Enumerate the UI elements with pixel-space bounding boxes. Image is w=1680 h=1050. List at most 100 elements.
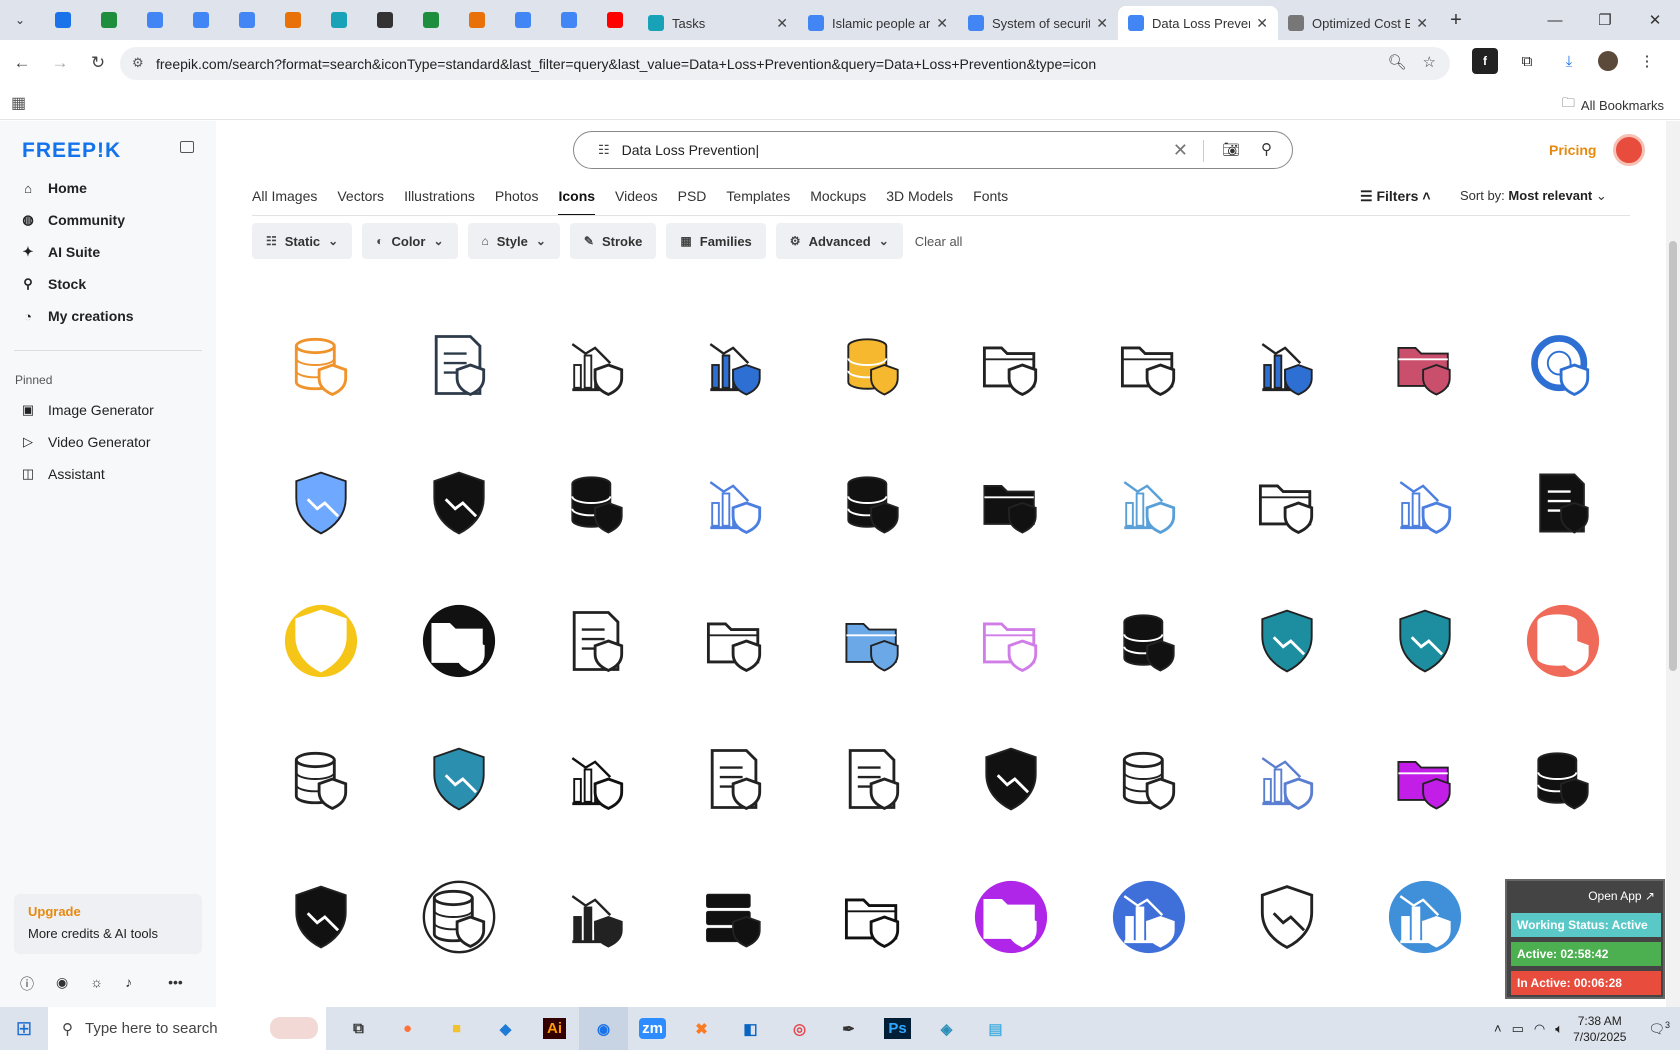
icon-result[interactable] [390, 436, 528, 574]
icon-result[interactable] [1218, 712, 1356, 850]
browser-tab[interactable]: Tasks ✕ [638, 6, 798, 40]
extensions-puzzle-icon[interactable]: ⧉ [1514, 48, 1540, 74]
close-tab-icon[interactable]: ✕ [1256, 15, 1268, 32]
sidebar-item-community[interactable]: ◍ Community [20, 212, 125, 228]
outlook-icon[interactable]: ◧ [726, 1007, 775, 1050]
sidebar-item-home[interactable]: ⌂ Home [20, 180, 87, 196]
pinned-tab[interactable] [316, 4, 362, 36]
taskbar-search[interactable]: ⚲ Type here to search [48, 1007, 326, 1050]
pinned-tab[interactable] [40, 4, 86, 36]
close-window-icon[interactable]: ✕ [1630, 0, 1680, 40]
icon-result[interactable] [1494, 574, 1632, 712]
sidebar-item-my-creations[interactable]: ◔ My creations [20, 308, 134, 324]
icon-result[interactable] [666, 298, 804, 436]
windows-start-icon[interactable]: ⊞ [0, 1007, 48, 1050]
notepad-icon[interactable]: ▤ [971, 1007, 1020, 1050]
tab-illustrations[interactable]: Illustrations [404, 188, 475, 216]
xampp-icon[interactable]: ✖ [677, 1007, 726, 1050]
browser-tab[interactable]: Data Loss Preven ✕ [1118, 6, 1278, 40]
icon-result[interactable] [804, 574, 942, 712]
browser-tab[interactable]: System of security ✕ [958, 6, 1118, 40]
filter-chip-style[interactable]: ⌂ Style ⌄ [467, 223, 560, 259]
pinned-tab[interactable] [592, 4, 638, 36]
illustrator-icon[interactable]: Ai [530, 1007, 579, 1050]
scrollbar-thumb[interactable] [1669, 241, 1677, 671]
profile-avatar-icon[interactable] [1598, 51, 1618, 71]
icon-result[interactable] [1080, 574, 1218, 712]
upgrade-card[interactable]: Upgrade More credits & AI tools [14, 894, 202, 954]
minimize-icon[interactable]: — [1530, 0, 1580, 40]
page-scrollbar[interactable] [1666, 121, 1680, 1007]
icon-result[interactable] [942, 712, 1080, 850]
sort-dropdown[interactable]: Sort by: Most relevant ⌄ [1460, 188, 1607, 204]
open-app-link[interactable]: Open App ↗ [1588, 889, 1655, 903]
pinned-tab[interactable] [500, 4, 546, 36]
icon-result[interactable] [390, 850, 528, 988]
app-icon[interactable]: ◈ [922, 1007, 971, 1050]
icon-result[interactable] [1218, 850, 1356, 988]
icon-result[interactable] [390, 298, 528, 436]
icon-result[interactable] [252, 436, 390, 574]
clear-all-button[interactable]: Clear all [913, 223, 963, 259]
icon-result[interactable] [528, 574, 666, 712]
pinned-tab[interactable] [408, 4, 454, 36]
close-tab-icon[interactable]: ✕ [1416, 15, 1428, 32]
sidebar-item-stock[interactable]: ⚲ Stock [20, 276, 86, 292]
icon-result[interactable] [1356, 298, 1494, 436]
icon-result[interactable] [666, 850, 804, 988]
collapse-sidebar-icon[interactable] [180, 141, 194, 153]
icon-result[interactable] [1356, 712, 1494, 850]
network-icon[interactable]: ▭ [1512, 1021, 1524, 1037]
icon-result[interactable] [390, 574, 528, 712]
icon-result[interactable] [252, 850, 390, 988]
pinned-tab[interactable] [178, 4, 224, 36]
discord-icon[interactable]: ◉ [56, 974, 68, 994]
tab-3d-models[interactable]: 3D Models [886, 188, 953, 216]
icon-result[interactable] [1080, 298, 1218, 436]
icon-result[interactable] [1218, 574, 1356, 712]
photoshop-icon[interactable]: Ps [873, 1007, 922, 1050]
filter-chip-color[interactable]: ◐ Color ⌄ [362, 223, 458, 259]
pinned-tab[interactable] [86, 4, 132, 36]
pinned-tab[interactable] [270, 4, 316, 36]
pen-tool-icon[interactable]: ✒ [824, 1007, 873, 1050]
icon-result[interactable] [1080, 850, 1218, 988]
firefox-icon[interactable]: ● [383, 1007, 432, 1050]
freepik-logo[interactable]: FREEP!K [22, 139, 121, 163]
notification-bell-icon[interactable]: ♪ [125, 974, 132, 994]
pinned-item-image-generator[interactable]: ▣ Image Generator [20, 402, 154, 418]
icon-result[interactable] [1218, 298, 1356, 436]
close-tab-icon[interactable]: ✕ [776, 15, 788, 32]
pinned-item-video-generator[interactable]: ▷ Video Generator [20, 434, 150, 450]
pinned-tab[interactable] [454, 4, 500, 36]
forward-icon[interactable]: → [44, 47, 76, 79]
icon-result[interactable] [252, 298, 390, 436]
tab-psd[interactable]: PSD [678, 188, 707, 216]
icon-result[interactable] [942, 850, 1080, 988]
volume-icon[interactable]: 🔈︎ [1555, 1021, 1563, 1037]
address-bar[interactable]: ⚙ freepik.com/search?format=search&iconT… [120, 47, 1450, 80]
icon-result[interactable] [804, 298, 942, 436]
notification-icon[interactable]: 🗨︎3 [1648, 1020, 1670, 1037]
icon-result[interactable] [1494, 436, 1632, 574]
search-bar[interactable]: ☷ Data Loss Prevention | ✕ 📷︎ ⚲ [573, 131, 1293, 169]
tab-fonts[interactable]: Fonts [973, 188, 1008, 216]
file-explorer-icon[interactable]: ■ [432, 1007, 481, 1050]
tab-templates[interactable]: Templates [726, 188, 790, 216]
search-input[interactable]: Data Loss Prevention [622, 142, 756, 158]
extension-f-icon[interactable]: f [1472, 48, 1498, 74]
pinned-tab[interactable] [224, 4, 270, 36]
icon-result[interactable] [804, 436, 942, 574]
zoom-icon[interactable]: 🔍︎ [1388, 53, 1407, 71]
icon-result[interactable] [1494, 298, 1632, 436]
filter-chip-stroke[interactable]: ✎ Stroke [569, 223, 657, 259]
more-dots-icon[interactable]: ••• [168, 974, 183, 994]
tab-vectors[interactable]: Vectors [337, 188, 384, 216]
bookmark-star-icon[interactable]: ☆ [1423, 53, 1436, 71]
new-tab-button[interactable]: + [1438, 9, 1474, 32]
help-icon[interactable]: ⓘ [20, 974, 34, 994]
close-tab-icon[interactable]: ✕ [936, 15, 948, 32]
icon-result[interactable] [528, 712, 666, 850]
wifi-icon[interactable]: ◠ [1534, 1021, 1545, 1037]
pinned-item-assistant[interactable]: ◫ Assistant [20, 466, 105, 482]
